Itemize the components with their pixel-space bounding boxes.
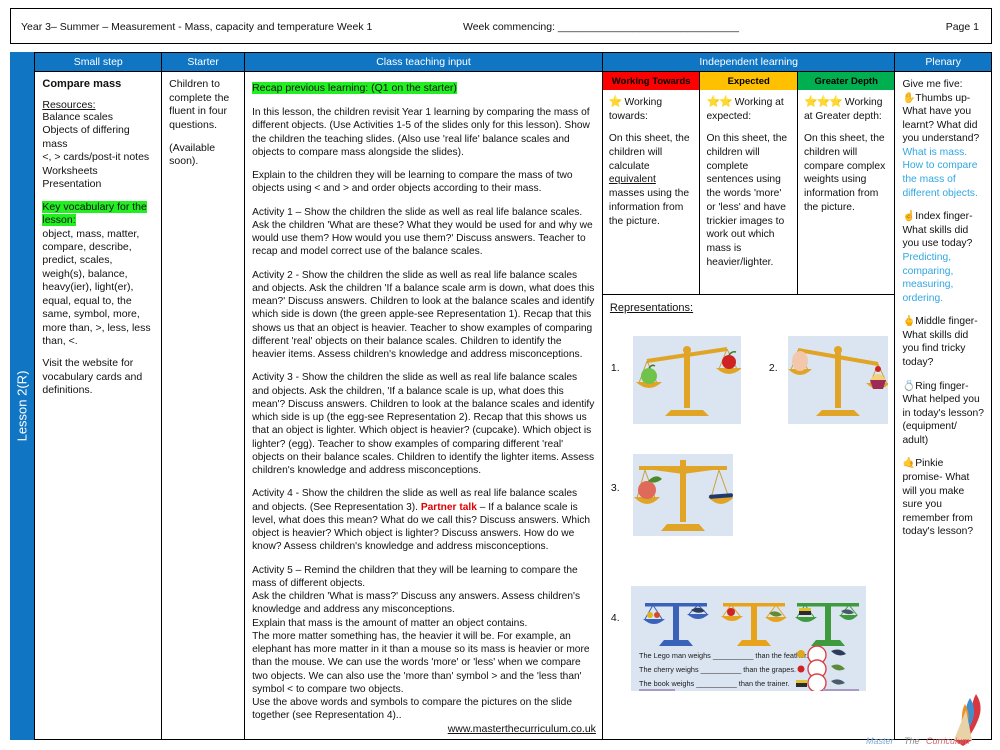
partner-talk-tag: Partner talk bbox=[420, 501, 477, 513]
header-spacer bbox=[10, 52, 35, 72]
wt-body-pre: On this sheet, the children will calcula… bbox=[608, 133, 690, 172]
plenary-item-middle-finger: 🖕Middle finger- What skills did you find… bbox=[902, 315, 984, 369]
lesson-tab-label: Lesson 2(R) bbox=[14, 370, 30, 442]
column-header-small-step: Small step bbox=[34, 52, 162, 72]
teaching-paragraph: Activity 2 - Show the children the slide… bbox=[252, 269, 595, 361]
recap-heading: Recap previous learning: (Q1 on the star… bbox=[252, 82, 457, 94]
rep4-sentence-3: The book weighs __________ than the trai… bbox=[639, 679, 790, 688]
wt-body-underline: equivalent bbox=[608, 174, 656, 186]
band-header-expected: Expected bbox=[700, 72, 798, 90]
column-header-independent-learning: Independent learning bbox=[601, 52, 895, 72]
plenary-item-ring-finger: 💍Ring finger- What helped you in today's… bbox=[902, 380, 984, 448]
plenary-question: Ring finger- What helped you in today's … bbox=[902, 380, 984, 446]
cell-starter: Children to complete the fluent in four … bbox=[161, 72, 245, 740]
starter-text: Children to complete the fluent in four … bbox=[169, 78, 230, 131]
representation-3-number: 3. bbox=[610, 482, 620, 494]
plenary-question: Pinkie promise- What will you make sure … bbox=[902, 458, 974, 538]
lesson-plan-page: Year 3– Summer – Measurement - Mass, cap… bbox=[0, 0, 1000, 750]
cell-small-step: Compare mass Resources: Balance scales O… bbox=[34, 72, 162, 740]
plenary-item-index-finger: ☝Index finger- What skills did you use t… bbox=[902, 210, 984, 305]
middle-finger-icon: 🖕 bbox=[902, 316, 916, 328]
plenary-answer: Predicting, comparing, measuring, orderi… bbox=[902, 251, 954, 304]
thumbs-up-icon: ✋ bbox=[902, 92, 916, 104]
teaching-paragraph: Activity 3 - Show the children the slide… bbox=[252, 372, 595, 476]
rep4-sentence-2: The cherry weighs __________ than the gr… bbox=[639, 665, 796, 674]
representation-4-image: The Lego man weighs __________ than the … bbox=[630, 586, 866, 691]
wt-body-post: masses using the information from the pi… bbox=[608, 188, 690, 227]
teaching-paragraph: In this lesson, the children revisit Yea… bbox=[252, 107, 590, 158]
cell-plenary: Give me five: ✋Thumbs up- What have you … bbox=[894, 72, 992, 740]
column-header-starter: Starter bbox=[161, 52, 245, 72]
lesson-number-tab: Lesson 2(R) bbox=[10, 72, 35, 740]
master-the-curriculum-flame-icon: Master The Curriculum bbox=[866, 694, 981, 746]
representations-label: Representations: bbox=[609, 302, 694, 314]
logo-word-curriculum: Curriculum bbox=[926, 736, 970, 746]
lesson-grid: Lesson 2(R) Compare mass Resources: Bala… bbox=[10, 72, 992, 740]
small-step-title: Compare mass bbox=[42, 78, 122, 90]
band-header-greater-depth: Greater Depth bbox=[797, 72, 895, 90]
column-header-plenary: Plenary bbox=[894, 52, 992, 72]
teaching-activity-4: Activity 4 - Show the children the slide… bbox=[252, 487, 595, 553]
resources-list: Balance scales Objects of differing mass… bbox=[42, 111, 150, 191]
band-body-expected: ⭐⭐ Working at expected: On this sheet, t… bbox=[700, 90, 798, 294]
star-rating-2: ⭐⭐ bbox=[706, 96, 732, 108]
balance-scale-tipped-right-icon bbox=[787, 346, 888, 416]
plenary-answer: What is mass. How to compare the mass of… bbox=[902, 146, 978, 199]
rep4-sentence-1: The Lego man weighs __________ than the … bbox=[639, 651, 808, 660]
representation-3-image bbox=[632, 454, 733, 536]
gd-body: On this sheet, the children will compare… bbox=[803, 133, 886, 213]
exp-body: On this sheet, the children will complet… bbox=[706, 133, 788, 268]
teaching-paragraph: Activity 1 – Show the children the slide… bbox=[252, 206, 593, 258]
representation-2-image bbox=[787, 336, 888, 424]
week-commencing-field: Week commencing: _______________________… bbox=[463, 21, 739, 33]
balance-scale-level-icon bbox=[633, 460, 733, 531]
plenary-intro: Give me five: bbox=[902, 79, 963, 90]
key-vocabulary-list: object, mass, matter, compare, describe,… bbox=[42, 227, 151, 348]
index-finger-icon: ☝ bbox=[902, 211, 916, 223]
representation-1-image bbox=[632, 336, 741, 424]
plenary-item-thumbs-up: ✋Thumbs up- What have you learnt? What d… bbox=[902, 92, 984, 201]
balance-scale-tipped-left-icon bbox=[635, 346, 741, 416]
differentiation-body-row: ⭐ Working towards: On this sheet, the ch… bbox=[602, 90, 895, 295]
logo-word-master: Master bbox=[866, 736, 895, 746]
column-header-row: Small step Starter Class teaching input … bbox=[10, 52, 992, 72]
teaching-activity-5: Activity 5 – Remind the children that th… bbox=[252, 564, 590, 722]
representation-1-number: 1. bbox=[610, 362, 620, 374]
document-header-bar: Year 3– Summer – Measurement - Mass, cap… bbox=[10, 8, 992, 44]
starter-availability: (Available soon). bbox=[169, 141, 216, 168]
cell-class-teaching-input: Recap previous learning: (Q1 on the star… bbox=[244, 72, 602, 740]
three-balance-scales-worksheet-icon: The Lego man weighs __________ than the … bbox=[638, 603, 859, 691]
key-vocabulary-label: Key vocabulary for the lesson: bbox=[42, 200, 147, 227]
website-note: Visit the website for vocabulary cards a… bbox=[42, 357, 143, 397]
representation-4-number: 4. bbox=[610, 612, 620, 624]
unit-title: Year 3– Summer – Measurement - Mass, cap… bbox=[21, 21, 373, 33]
star-rating-3: ⭐⭐⭐ bbox=[803, 96, 843, 108]
star-rating-1: ⭐ bbox=[608, 96, 623, 108]
brand-logo: Master The Curriculum bbox=[844, 690, 994, 748]
band-body-greater-depth: ⭐⭐⭐ Working at Greater depth: On this sh… bbox=[798, 90, 895, 294]
teaching-paragraph: Explain to the children they will be lea… bbox=[252, 170, 573, 195]
column-header-class-teaching-input: Class teaching input bbox=[244, 52, 602, 72]
page-number: Page 1 bbox=[945, 21, 979, 33]
logo-word-the: The bbox=[904, 736, 920, 746]
cell-independent-learning: Working Towards Expected Greater Depth ⭐… bbox=[601, 72, 895, 740]
ring-finger-icon: 💍 bbox=[902, 380, 916, 392]
representations-area: 1. 2. 3. 4. The Lego man weighs ________… bbox=[603, 314, 895, 734]
plenary-item-pinkie-promise: 🤙Pinkie promise- What will you make sure… bbox=[902, 457, 984, 538]
resources-label: Resources: bbox=[42, 99, 96, 111]
website-url: www.masterthecurriculum.co.uk bbox=[447, 723, 596, 735]
band-header-working-towards: Working Towards bbox=[602, 72, 701, 90]
differentiation-header-row: Working Towards Expected Greater Depth bbox=[602, 72, 895, 90]
pinkie-icon: 🤙 bbox=[902, 458, 916, 470]
band-body-working-towards: ⭐ Working towards: On this sheet, the ch… bbox=[603, 90, 701, 294]
representation-2-number: 2. bbox=[768, 362, 778, 374]
